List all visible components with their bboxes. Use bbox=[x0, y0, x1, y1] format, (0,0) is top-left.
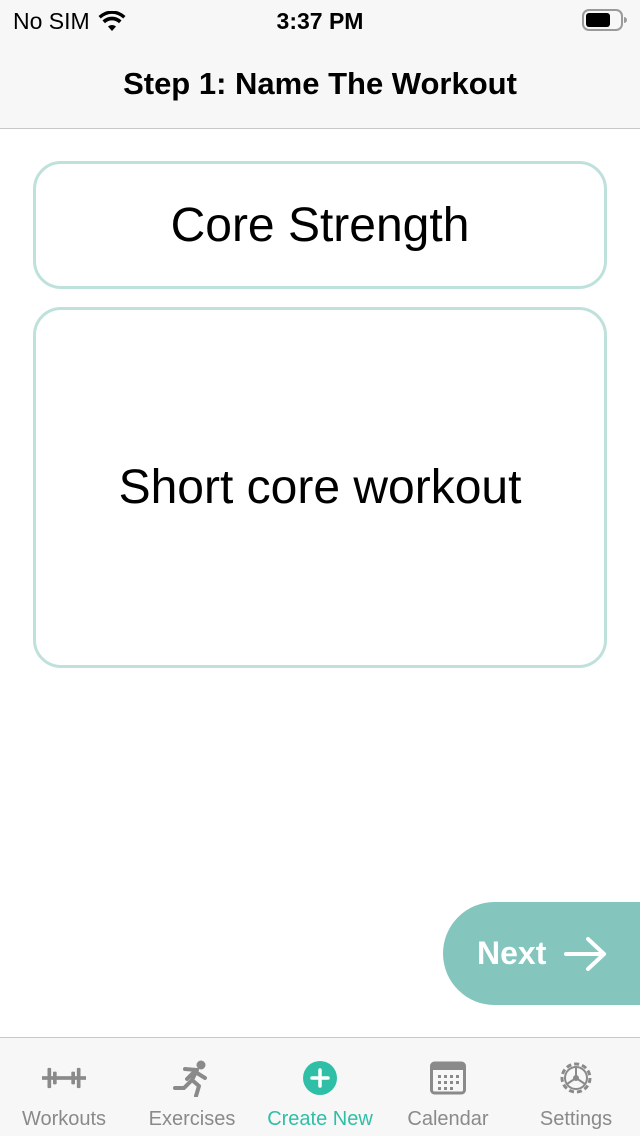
workout-name-field[interactable]: Core Strength bbox=[33, 161, 607, 289]
dumbbell-icon bbox=[42, 1058, 86, 1098]
gear-icon bbox=[554, 1058, 598, 1098]
next-button[interactable]: Next bbox=[443, 902, 640, 1005]
tab-label: Calendar bbox=[407, 1108, 489, 1130]
arrow-right-icon bbox=[564, 936, 607, 971]
tab-calendar[interactable]: Calendar bbox=[384, 1038, 512, 1136]
tab-exercises[interactable]: Exercises bbox=[128, 1038, 256, 1136]
battery-icon bbox=[582, 9, 627, 31]
tab-label: Settings bbox=[539, 1108, 613, 1130]
running-icon bbox=[170, 1058, 214, 1098]
tab-settings[interactable]: Settings bbox=[512, 1038, 640, 1136]
page-title: Step 1: Name The Workout bbox=[123, 66, 517, 101]
next-button-label: Next bbox=[477, 935, 547, 971]
tab-label: Create New bbox=[267, 1108, 373, 1130]
clock: 3:37 PM bbox=[276, 8, 364, 34]
plus-circle-icon bbox=[298, 1058, 342, 1098]
screen: No SIM 3:37 PM Step 1: Name The Workout … bbox=[0, 0, 640, 1136]
workout-description-field[interactable]: Short core workout bbox=[33, 307, 607, 668]
workout-description-value: Short core workout bbox=[118, 461, 522, 514]
tab-workouts[interactable]: Workouts bbox=[0, 1038, 128, 1136]
workout-name-value: Core Strength bbox=[170, 198, 470, 252]
tab-bar: Workouts Exercises Create New Calendar S… bbox=[0, 1037, 640, 1136]
tab-label: Workouts bbox=[21, 1108, 107, 1130]
tab-create-new[interactable]: Create New bbox=[256, 1038, 384, 1136]
top-bar: No SIM 3:37 PM Step 1: Name The Workout bbox=[0, 0, 640, 129]
tab-label: Exercises bbox=[148, 1108, 236, 1130]
status-bar: No SIM 3:37 PM bbox=[0, 0, 640, 40]
calendar-icon bbox=[426, 1058, 470, 1098]
